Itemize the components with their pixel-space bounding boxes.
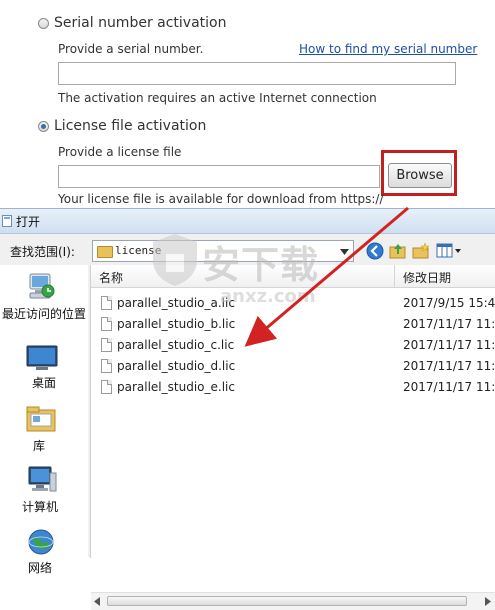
file-icon — [101, 380, 112, 394]
scroll-left-icon[interactable] — [94, 597, 101, 606]
recent-places-icon — [29, 273, 55, 299]
serial-activation-label[interactable]: Serial number activation — [54, 15, 227, 31]
column-divider[interactable] — [394, 265, 395, 287]
computer-icon — [28, 466, 57, 492]
place-label: 桌面 — [31, 376, 56, 390]
place-label: 计算机 — [21, 500, 58, 514]
dialog-app-icon — [2, 215, 12, 227]
file-date: 2017/11/17 11:1 — [403, 317, 495, 331]
serial-note: The activation requires an active Intern… — [58, 91, 377, 105]
license-file-input[interactable] — [58, 165, 380, 188]
serial-help-link[interactable]: How to find my serial number — [299, 42, 477, 56]
watermark: 安下载 anxz.com — [150, 232, 350, 322]
scrollbar-thumb[interactable] — [107, 596, 467, 606]
network-icon — [28, 529, 54, 555]
desktop-icon — [26, 345, 58, 370]
file-date: 2017/9/15 15:48 — [403, 296, 495, 310]
file-name: parallel_studio_d.lic — [117, 359, 236, 373]
scroll-right-icon[interactable] — [485, 597, 492, 606]
watermark-text: 安下载 — [202, 243, 320, 287]
folder-icon — [97, 246, 113, 258]
browse-button[interactable]: Browse — [388, 163, 452, 188]
file-icon — [101, 359, 112, 373]
back-icon[interactable] — [366, 242, 384, 260]
watermark-subtext: anxz.com — [220, 286, 316, 307]
file-row[interactable]: parallel_studio_d.lic 2017/11/17 11:1 — [91, 357, 495, 378]
dialog-title: 打开 — [16, 215, 41, 229]
file-date: 2017/11/17 11:1 — [403, 338, 495, 352]
file-row[interactable]: parallel_studio_e.lic 2017/11/17 11:1 — [91, 378, 495, 399]
license-prompt: Provide a license file — [58, 145, 182, 159]
place-label: 库 — [32, 439, 45, 453]
dialog-titlebar[interactable]: 打开 — [0, 209, 495, 234]
place-label: 最近访问的位置 — [1, 307, 86, 321]
up-folder-icon[interactable] — [389, 242, 407, 260]
activation-panel: Serial number activation Provide a seria… — [0, 0, 495, 207]
license-activation-radio[interactable] — [38, 121, 49, 132]
view-menu-icon[interactable] — [436, 243, 462, 259]
license-activation-label[interactable]: License file activation — [54, 118, 206, 134]
file-name: parallel_studio_e.lic — [117, 380, 235, 394]
file-date: 2017/11/17 11:1 — [403, 380, 495, 394]
license-note: Your license file is available for downl… — [58, 192, 384, 206]
serial-activation-radio[interactable] — [38, 18, 49, 29]
file-date: 2017/11/17 11:1 — [403, 359, 495, 373]
horizontal-scrollbar[interactable] — [91, 592, 495, 610]
look-in-label: 查找范围(I): — [10, 245, 75, 259]
libraries-icon — [26, 406, 56, 432]
serial-number-input[interactable] — [58, 62, 456, 85]
file-name: parallel_studio_c.lic — [117, 338, 235, 352]
file-row[interactable]: parallel_studio_c.lic 2017/11/17 11:1 — [91, 336, 495, 357]
file-icon — [101, 338, 112, 352]
place-label: 网络 — [27, 561, 52, 575]
places-bar: 最近访问的位置 桌面 库 计算机 网络 — [0, 265, 88, 575]
new-folder-icon[interactable] — [412, 242, 430, 260]
shield-icon — [153, 234, 197, 286]
column-name-header[interactable]: 名称 — [99, 269, 123, 286]
file-icon — [101, 296, 112, 310]
file-icon — [101, 317, 112, 331]
column-date-header[interactable]: 修改日期 — [403, 269, 451, 286]
serial-prompt: Provide a serial number. — [58, 42, 204, 56]
